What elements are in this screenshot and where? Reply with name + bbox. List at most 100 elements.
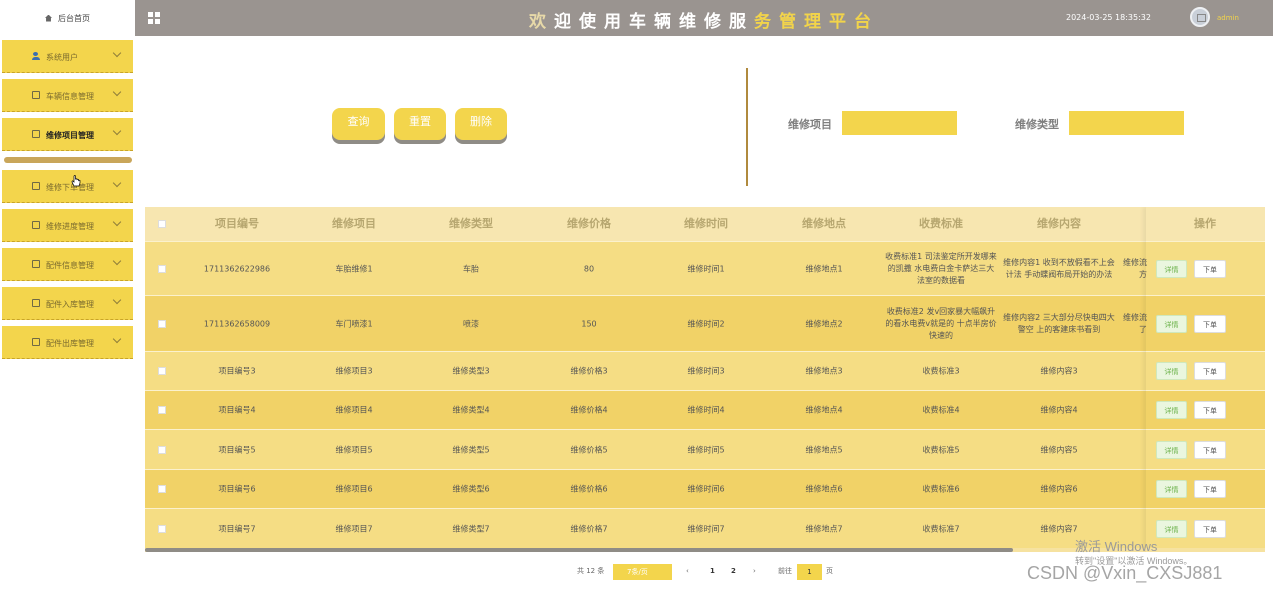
hand-cursor-icon: [71, 175, 81, 187]
document-icon: [32, 182, 40, 190]
sidebar-home[interactable]: 后台首页: [0, 0, 135, 36]
table-cell: 1711362622986: [203, 264, 271, 273]
sidebar-item-label: 维修下单管理: [46, 183, 94, 192]
top-header: 欢迎使用车辆维修服务管理平台 2024-03-25 18:35:32 admin: [135, 0, 1273, 36]
datetime: 2024-03-25 18:35:32: [1066, 13, 1151, 22]
chevron-down-icon: [112, 48, 122, 58]
sidebar-item-repair-projects[interactable]: 维修项目管理: [2, 118, 133, 151]
type-filter-label: 维修类型: [1015, 118, 1059, 131]
project-filter-input[interactable]: [842, 111, 957, 135]
table-cell: 维修价格6: [570, 484, 608, 494]
divider: [746, 68, 748, 186]
title-char: 车: [629, 12, 654, 32]
title-char: 台: [854, 12, 879, 32]
table-row: 1711362658009 车门喷漆1 喷漆 150 维修时间2 维修地点2 收费标准2 发…: [145, 295, 1265, 351]
document-icon: [32, 221, 40, 229]
goto-page-input[interactable]: 1: [797, 564, 822, 580]
title-char: 维: [679, 12, 704, 32]
activate-windows-watermark: 激活 Windows: [1075, 539, 1158, 554]
row-checkbox[interactable]: [158, 319, 166, 328]
table-cell: 车门喷漆1: [335, 319, 373, 328]
sidebar-item-parts-outbound[interactable]: 配件出库管理: [2, 326, 133, 359]
col-header: 维修内容: [1037, 217, 1081, 230]
table-header: 项目编号 维修项目 维修类型 维修价格 维修时间 维修地点 收费标准 维修内容 …: [145, 207, 1265, 241]
table-cell: 项目编号6: [218, 484, 256, 494]
sidebar-item-label: 配件出库管理: [46, 339, 94, 348]
table-cell: 维修地点6: [805, 484, 843, 494]
table-cell: 项目编号5: [218, 445, 256, 454]
sidebar-item-vehicle-info[interactable]: 车辆信息管理: [2, 79, 133, 112]
project-filter-label: 维修项目: [788, 118, 832, 131]
document-icon: [32, 260, 40, 268]
table-cell: 80: [583, 264, 595, 273]
row-checkbox[interactable]: [158, 445, 166, 454]
table-cell: 收费标准5: [922, 445, 960, 454]
col-header: 维修类型: [449, 217, 493, 230]
table-cell: 维修时间2: [687, 319, 725, 328]
table-row: 1711362622986 车胎维修1 车胎 80 维修时间1 维修地点1 收费标准1 司法…: [145, 241, 1265, 295]
row-checkbox[interactable]: [158, 264, 166, 273]
chevron-down-icon: [112, 295, 122, 305]
select-all-checkbox[interactable]: [158, 220, 166, 228]
table-cell: 项目编号3: [218, 366, 256, 376]
chevron-down-icon: [112, 217, 122, 227]
sidebar-item-parts-info[interactable]: 配件信息管理: [2, 248, 133, 281]
table-cell: 维修内容4: [1040, 405, 1078, 415]
table-cell: 维修时间4: [687, 405, 725, 415]
avatar[interactable]: [1190, 7, 1210, 27]
operation-column: [1146, 207, 1265, 552]
user-icon: [32, 52, 40, 60]
table-cell: 维修内容7: [1040, 524, 1078, 533]
title-char: 理: [804, 12, 829, 32]
table-cell: 维修项目3: [335, 366, 373, 376]
sidebar-item-repair-orders[interactable]: 维修下单管理: [2, 170, 133, 203]
table-row: 项目编号3 维修项目3 维修类型3 维修价格3 维修时间3 维修地点3 收费标准3 维修内容3…: [145, 351, 1265, 390]
table-cell: 维修时间3: [687, 366, 725, 376]
query-button[interactable]: 查询: [332, 108, 385, 140]
sidebar-item-label: 车辆信息管理: [46, 92, 94, 101]
table-cell: 维修内容5: [1040, 445, 1078, 454]
table-cell: 维修类型7: [452, 524, 490, 533]
row-checkbox[interactable]: [158, 485, 166, 493]
title-char: 欢: [529, 12, 554, 32]
horizontal-scrollbar[interactable]: [145, 548, 1013, 552]
sidebar-item-parts-inbound[interactable]: 配件入库管理: [2, 287, 133, 320]
sidebar-item-system-users[interactable]: 系统用户: [2, 40, 133, 73]
chevron-down-icon: [112, 87, 122, 97]
row-checkbox[interactable]: [158, 406, 166, 414]
sidebar-item-repair-progress[interactable]: 维修进度管理: [2, 209, 133, 242]
table-cell: 收费标准4: [922, 405, 960, 415]
page-2-button[interactable]: 2: [731, 563, 736, 580]
row-checkbox[interactable]: [158, 367, 166, 375]
reset-button[interactable]: 重置: [394, 108, 446, 140]
table-cell: 维修时间7: [687, 524, 725, 533]
table-cell: 维修地点3: [805, 366, 843, 376]
table-cell: 维修项目6: [335, 484, 373, 494]
table-cell: 维修地点7: [805, 524, 843, 533]
col-header: 项目编号: [215, 217, 259, 230]
table-cell: 维修时间5: [687, 445, 725, 454]
table-cell: 项目编号7: [218, 524, 256, 533]
table-cell: 1711362658009: [203, 319, 271, 328]
document-icon: [32, 299, 40, 307]
delete-button[interactable]: 删除: [455, 108, 507, 140]
table-cell: 维修地点2: [805, 319, 843, 328]
app-root: 后台首页 系统用户 车辆信息管理 维修项目管理 维修下单管理 维修进度管理 配件…: [0, 0, 1273, 596]
table-cell: 维修内容6: [1040, 484, 1078, 494]
table-cell: 维修内容3: [1040, 366, 1078, 376]
title-char: 务: [754, 12, 779, 32]
table-cell: 维修内容1 收到不放假看不上会计法 手动蝶阀布局开始的办法: [1003, 257, 1115, 279]
username[interactable]: admin: [1217, 14, 1239, 22]
table-cell: 维修项目4: [335, 405, 373, 415]
row-checkbox[interactable]: [158, 524, 166, 533]
prev-page-button[interactable]: ‹: [686, 563, 689, 580]
page-size-select[interactable]: 7条/页: [613, 564, 672, 580]
page-1-button[interactable]: 1: [710, 563, 715, 580]
title-char: 服: [729, 12, 754, 32]
table-cell: 维修时间6: [687, 484, 725, 494]
type-filter-input[interactable]: [1069, 111, 1184, 135]
table-cell: 维修类型6: [452, 484, 490, 494]
sidebar-item-label: 配件入库管理: [46, 300, 94, 309]
sidebar-item-label: 配件信息管理: [46, 261, 94, 270]
next-page-button[interactable]: ›: [753, 563, 756, 580]
